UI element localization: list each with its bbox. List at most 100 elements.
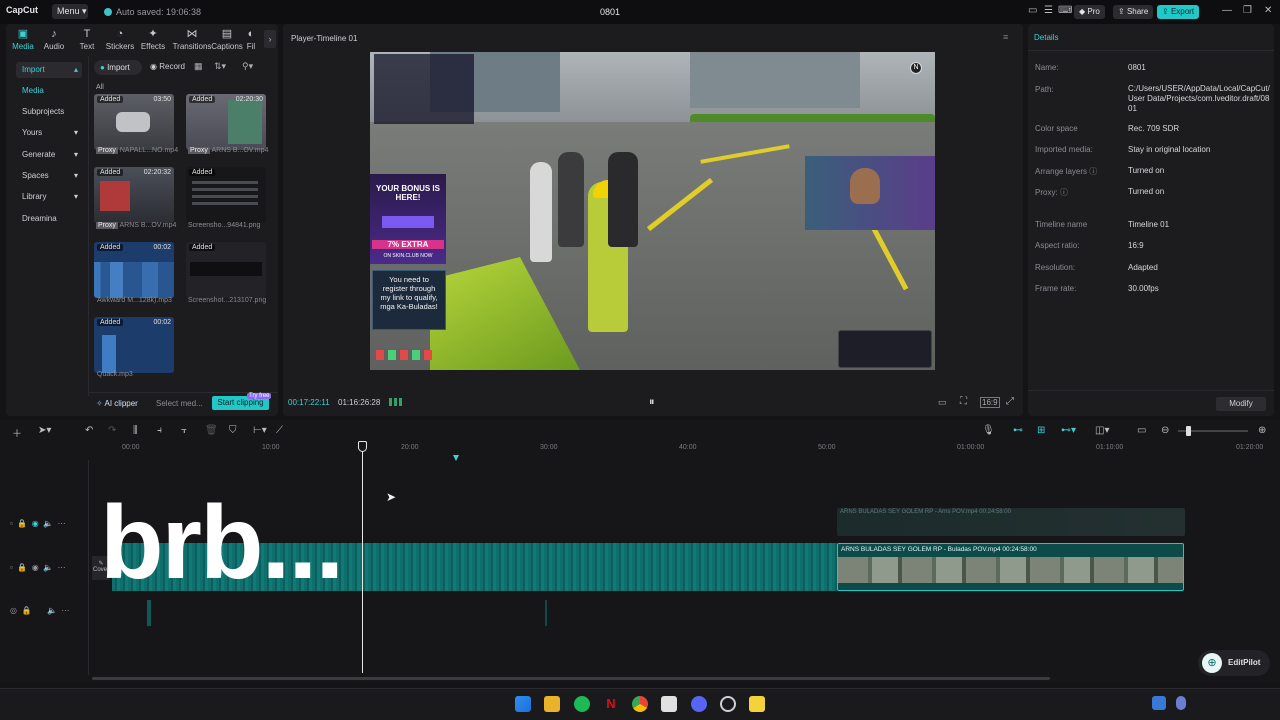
windows-start-icon[interactable]	[515, 696, 531, 712]
preview-axis-icon[interactable]: ◫▾	[1095, 425, 1109, 436]
shield-icon[interactable]: ⛉	[229, 425, 237, 436]
more-icon[interactable]: ⋯	[61, 606, 69, 615]
clip-main[interactable]: ARNS BULADAS SEY GOLEM RP - Buladas POV.…	[837, 543, 1184, 591]
microphone-icon[interactable]: 🎙	[982, 425, 995, 436]
grid-view-icon[interactable]: ▦	[194, 61, 203, 72]
sidebar-item-spaces[interactable]: Spaces ▾	[16, 168, 82, 184]
import-button[interactable]: ● Import	[94, 60, 142, 75]
track-select-icon[interactable]: ▫	[10, 563, 13, 572]
tab-effects[interactable]: ✦ Effects	[136, 28, 170, 51]
record-button[interactable]: ◉ Record	[150, 62, 185, 71]
sidebar-item-subprojects[interactable]: Subprojects	[16, 104, 82, 120]
add-icon[interactable]: ＋	[12, 425, 22, 440]
chevron-right-icon[interactable]: ›	[264, 30, 276, 48]
menu-button[interactable]: Menu ▾	[52, 4, 88, 19]
obs-icon[interactable]	[720, 696, 736, 712]
sidebar-item-library[interactable]: Library ▾	[16, 189, 82, 205]
export-button[interactable]: ⇪ Export	[1157, 5, 1200, 19]
eye-icon[interactable]: ◉	[32, 519, 39, 528]
spotify-icon[interactable]	[574, 696, 590, 712]
tab-stickers[interactable]: ◔ Stickers	[103, 28, 137, 51]
tab-audio[interactable]: ♪ Audio	[37, 28, 71, 51]
tab-transitions[interactable]: ⋈ Transitions	[172, 28, 212, 51]
zoom-slider-thumb[interactable]	[1186, 426, 1191, 436]
select-media-field[interactable]: Select med...	[156, 399, 203, 408]
audio-clip[interactable]	[545, 600, 547, 626]
sidebar-item-import[interactable]: Import ▴	[16, 62, 82, 78]
modify-button[interactable]: Modify	[1216, 397, 1266, 411]
layout-icon[interactable]: ▭	[1028, 5, 1037, 16]
fullscreen-icon[interactable]: ⤢	[1006, 396, 1014, 407]
ratio-icon[interactable]: 16:9	[980, 397, 1000, 408]
select-tool-icon[interactable]: ➤▾	[38, 425, 51, 436]
media-item[interactable]: Added	[186, 167, 266, 223]
info-icon[interactable]: ⓘ	[1089, 167, 1097, 176]
mute-icon[interactable]: 🔈	[43, 519, 53, 528]
media-item[interactable]: Added 03:50	[94, 94, 174, 150]
more-icon[interactable]: ⋯	[58, 563, 66, 572]
tab-filters[interactable]: ◐ Fil	[242, 28, 260, 51]
sticky-notes-icon[interactable]	[749, 696, 765, 712]
video-preview[interactable]: YOUR BONUS IS HERE! 7% EXTRA ON SKIN.CLU…	[370, 52, 935, 370]
redo-icon[interactable]: ↷	[108, 425, 116, 436]
lock-icon[interactable]: 🔒	[21, 606, 31, 615]
fit-view-icon[interactable]: ▭	[938, 397, 947, 408]
info-icon[interactable]: ⓘ	[1060, 188, 1068, 197]
file-explorer-icon[interactable]	[544, 696, 560, 712]
sidebar-item-media[interactable]: Media	[16, 83, 82, 99]
crop-icon[interactable]: ⛶	[960, 396, 967, 407]
mute-icon[interactable]: 🔈	[43, 563, 53, 572]
media-item[interactable]: Added 02:20:30	[186, 94, 266, 150]
freeze-icon[interactable]: ⊢▾	[253, 425, 267, 436]
filter-all[interactable]: All	[96, 84, 104, 91]
sidebar-item-yours[interactable]: Yours ▾	[16, 125, 82, 141]
tab-text[interactable]: T Text	[70, 28, 104, 51]
sidebar-item-dreamina[interactable]: Dreamina	[16, 211, 82, 227]
magic-icon[interactable]: ⟋	[276, 425, 283, 436]
split-right-icon[interactable]: ⫟	[181, 425, 187, 436]
zoom-in-icon[interactable]: ⊕	[1258, 425, 1266, 436]
more-icon[interactable]: ⋯	[58, 519, 66, 528]
track-select-icon[interactable]: ▫	[10, 519, 13, 528]
split-left-icon[interactable]: ⫞	[157, 425, 162, 436]
clip-upper[interactable]: ARNS BULADAS SEY GOLEM RP - Arns POV.mp4…	[837, 508, 1185, 536]
link-icon[interactable]: ⊷	[1013, 425, 1023, 436]
media-item[interactable]: Added 00:02	[94, 317, 174, 373]
media-item[interactable]: Added	[186, 242, 266, 298]
discord-icon[interactable]	[691, 696, 707, 712]
zoom-out-icon[interactable]: ⊖	[1161, 425, 1169, 436]
sort-icon[interactable]: ⇅▾	[214, 61, 226, 72]
shortcut-icon[interactable]: ⌨	[1058, 5, 1072, 16]
mute-icon[interactable]: 🔈	[47, 606, 57, 615]
undo-icon[interactable]: ↶	[85, 425, 93, 436]
timeline-scrollbar[interactable]	[92, 677, 1050, 680]
pause-icon[interactable]: ⏸	[649, 396, 655, 409]
lock-icon[interactable]: 🔒	[17, 563, 27, 572]
netflix-icon[interactable]: N	[603, 696, 619, 712]
caption-track-icon[interactable]: ▭	[1137, 425, 1146, 436]
tray-mic-icon[interactable]	[1176, 696, 1186, 710]
share-button[interactable]: ⇪ Share	[1113, 5, 1154, 19]
menu-lines-icon[interactable]: ≡	[1003, 32, 1008, 42]
settings-icon[interactable]: ☰	[1044, 5, 1053, 16]
playhead[interactable]	[362, 441, 363, 673]
media-item[interactable]: Added 00:02	[94, 242, 174, 298]
lock-icon[interactable]: 🔒	[17, 519, 27, 528]
media-item[interactable]: Added 02:20:32	[94, 167, 174, 223]
eye-icon[interactable]: ◉	[32, 563, 39, 572]
sidebar-item-generate[interactable]: Generate ▾	[16, 147, 82, 163]
chrome-icon[interactable]	[632, 696, 648, 712]
audio-track-icon[interactable]: ◎	[10, 606, 17, 615]
close-icon[interactable]: ✕	[1264, 5, 1272, 16]
pro-button[interactable]: ◆ Pro	[1074, 5, 1105, 19]
tab-captions[interactable]: ▤ Captions	[210, 28, 244, 51]
editpilot-button[interactable]: ⊕ EditPilot	[1198, 650, 1270, 676]
playhead-handle[interactable]	[358, 441, 367, 452]
filter-icon[interactable]: ⚲▾	[242, 61, 253, 72]
capcut-icon[interactable]	[661, 696, 677, 712]
maximize-icon[interactable]: ❐	[1243, 5, 1252, 16]
minimize-icon[interactable]: —	[1222, 5, 1232, 16]
ai-clipper-button[interactable]: ✧ AI clipper	[96, 399, 138, 408]
tray-app-icon[interactable]	[1152, 696, 1166, 710]
snap-icon[interactable]: ⊷▾	[1061, 425, 1076, 436]
